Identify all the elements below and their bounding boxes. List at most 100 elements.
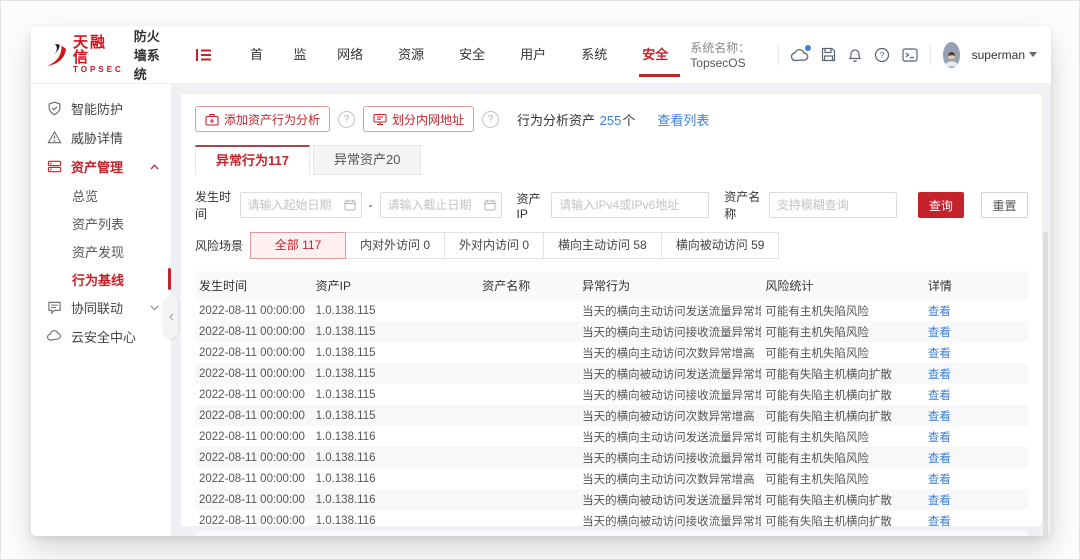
sidebar-subitem-behavior-baseline[interactable]: 行为基线 xyxy=(31,265,171,293)
warning-triangle-icon xyxy=(47,130,62,145)
bell-icon[interactable] xyxy=(848,46,862,64)
view-detail-link[interactable]: 查看 xyxy=(928,327,951,339)
cell-name xyxy=(478,468,578,489)
view-detail-link[interactable]: 查看 xyxy=(928,306,951,318)
scenario-out-to-in[interactable]: 外对内访问 0 xyxy=(445,232,544,259)
cell-risk: 可能有失陷主机横向扩散 xyxy=(761,384,923,405)
date-range-separator: - xyxy=(369,198,373,212)
save-icon[interactable] xyxy=(821,46,836,64)
menu-collapse-icon[interactable] xyxy=(195,47,213,63)
sidebar-item-collaboration[interactable]: 协同联动 xyxy=(31,293,171,322)
cell-risk: 可能有失陷主机横向扩散 xyxy=(761,405,923,426)
cell-name xyxy=(478,321,578,342)
calendar-icon[interactable] xyxy=(484,199,496,211)
scenario-lateral-active[interactable]: 横向主动访问 58 xyxy=(544,232,662,259)
col-detail: 详情 xyxy=(924,271,1028,300)
nav-item-user[interactable]: 用户管理 xyxy=(507,33,568,77)
cell-name xyxy=(478,405,578,426)
assets-unit: 个 xyxy=(622,113,635,128)
scenario-lateral-passive[interactable]: 横向被动访问 59 xyxy=(662,232,780,259)
nav-item-policy[interactable]: 安全策略 xyxy=(446,33,507,77)
header-right: 系统名称：TopsecOS ? superman xyxy=(690,39,1037,70)
top-header: 天融信 TOPSEC 防火墙系统 首页 监控 网络管理 资源管理 安全策略 用户… xyxy=(31,26,1051,84)
asset-ip-input[interactable] xyxy=(551,192,709,218)
table-row: 2022-08-11 00:00:00 1.0.138.116 当天的横向主动访… xyxy=(195,447,1028,468)
scenario-in-to-out[interactable]: 内对外访问 0 xyxy=(346,232,445,259)
cell-ip: 1.0.138.115 xyxy=(312,405,479,426)
main-nav: 首页 监控 网络管理 资源管理 安全策略 用户管理 系统管理 安全中心 xyxy=(237,33,690,77)
assets-label: 行为分析资产 xyxy=(517,113,595,128)
asset-name-input[interactable] xyxy=(769,192,897,218)
sidebar-item-cloud-security-center[interactable]: 云安全中心 xyxy=(31,322,171,351)
col-risk: 风险统计 xyxy=(761,271,923,300)
cell-behavior: 当天的横向被动访问接收流量异常增高 xyxy=(578,384,761,405)
reset-button[interactable]: 重置 xyxy=(981,192,1028,218)
view-detail-link[interactable]: 查看 xyxy=(928,516,951,528)
col-name: 资产名称 xyxy=(478,271,578,300)
table-row: 2022-08-11 00:00:00 1.0.138.115 当天的横向主动访… xyxy=(195,342,1028,363)
user-menu[interactable]: superman xyxy=(972,48,1037,62)
view-list-link[interactable]: 查看列表 xyxy=(657,110,709,129)
nav-item-network[interactable]: 网络管理 xyxy=(324,33,385,77)
col-behavior: 异常行为 xyxy=(578,271,761,300)
view-detail-link[interactable]: 查看 xyxy=(928,369,951,381)
sidebar-item-label: 资产管理 xyxy=(71,157,123,176)
sidebar-item-label: 智能防护 xyxy=(71,99,123,118)
nav-item-system[interactable]: 系统管理 xyxy=(568,33,629,77)
view-detail-link[interactable]: 查看 xyxy=(928,495,951,507)
sidebar-subitem-asset-discovery[interactable]: 资产发现 xyxy=(31,237,171,265)
divider xyxy=(778,45,779,65)
end-date-field xyxy=(380,192,502,218)
calendar-icon[interactable] xyxy=(344,199,356,211)
cloud-icon xyxy=(47,329,62,344)
sidebar-item-intelligent-protection[interactable]: 智能防护 xyxy=(31,94,171,123)
app-window: 天融信 TOPSEC 防火墙系统 首页 监控 网络管理 资源管理 安全策略 用户… xyxy=(31,26,1051,536)
nav-item-security-center[interactable]: 安全中心 xyxy=(629,33,690,77)
divide-intranet-button[interactable]: 划分内网地址 xyxy=(363,106,474,132)
table-row: 2022-08-11 00:00:00 1.0.138.115 当天的横向被动访… xyxy=(195,405,1028,426)
tab-abnormal-assets[interactable]: 异常资产20 xyxy=(313,145,421,175)
cell-name xyxy=(478,510,578,531)
cell-behavior: 当天的横向主动访问发送流量异常增高 xyxy=(578,300,761,321)
help-circle-icon[interactable]: ? xyxy=(338,111,355,128)
terminal-icon[interactable] xyxy=(902,46,918,64)
view-detail-link[interactable]: 查看 xyxy=(928,348,951,360)
sidebar-item-asset-management[interactable]: 资产管理 xyxy=(31,152,171,181)
sidebar: 智能防护 威胁详情 资产管理 总览 资产列表 资产发现 行为基线 协同联动 xyxy=(31,84,172,536)
scenario-all[interactable]: 全部 117 xyxy=(250,232,346,259)
sidebar-subitem-asset-list[interactable]: 资产列表 xyxy=(31,209,171,237)
sidebar-item-label: 协同联动 xyxy=(71,298,123,317)
network-monitor-icon xyxy=(373,113,387,126)
add-asset-analysis-button[interactable]: 添加资产行为分析 xyxy=(195,106,330,132)
nav-item-home[interactable]: 首页 xyxy=(237,33,281,77)
cell-risk: 可能有主机失陷风险 xyxy=(761,426,923,447)
sidebar-subitem-overview[interactable]: 总览 xyxy=(31,181,171,209)
sidebar-item-threat-details[interactable]: 威胁详情 xyxy=(31,123,171,152)
table-header: 发生时间 资产IP 资产名称 异常行为 风险统计 详情 xyxy=(195,271,1028,300)
view-detail-link[interactable]: 查看 xyxy=(928,432,951,444)
sidebar-item-label: 威胁详情 xyxy=(71,128,123,147)
vertical-scrollbar[interactable] xyxy=(1043,232,1048,536)
cell-name xyxy=(478,384,578,405)
view-detail-link[interactable]: 查看 xyxy=(928,390,951,402)
cell-risk: 可能有主机失陷风险 xyxy=(761,342,923,363)
nav-item-monitor[interactable]: 监控 xyxy=(281,33,325,77)
nav-item-resource[interactable]: 资源管理 xyxy=(385,33,446,77)
view-detail-link[interactable]: 查看 xyxy=(928,453,951,465)
view-detail-link[interactable]: 查看 xyxy=(928,411,951,423)
cell-behavior: 当天的横向被动访问发送流量异常增高 xyxy=(578,489,761,510)
cell-ip: 1.0.138.116 xyxy=(312,489,479,510)
help-circle-icon[interactable]: ? xyxy=(482,111,499,128)
product-name: 防火墙系统 xyxy=(134,26,167,83)
tab-abnormal-behavior[interactable]: 异常行为117 xyxy=(195,145,310,175)
active-indicator xyxy=(168,268,171,290)
view-detail-link[interactable]: 查看 xyxy=(928,474,951,486)
cloud-status-icon[interactable] xyxy=(791,46,809,64)
cell-time: 2022-08-11 00:00:00 xyxy=(195,321,312,342)
help-icon[interactable]: ? xyxy=(874,46,890,64)
sidebar-collapse-handle[interactable] xyxy=(164,296,178,338)
cell-time: 2022-08-11 00:00:00 xyxy=(195,468,312,489)
user-avatar[interactable] xyxy=(943,42,960,68)
search-button[interactable]: 查询 xyxy=(918,192,964,218)
cell-ip: 1.0.138.116 xyxy=(312,468,479,489)
